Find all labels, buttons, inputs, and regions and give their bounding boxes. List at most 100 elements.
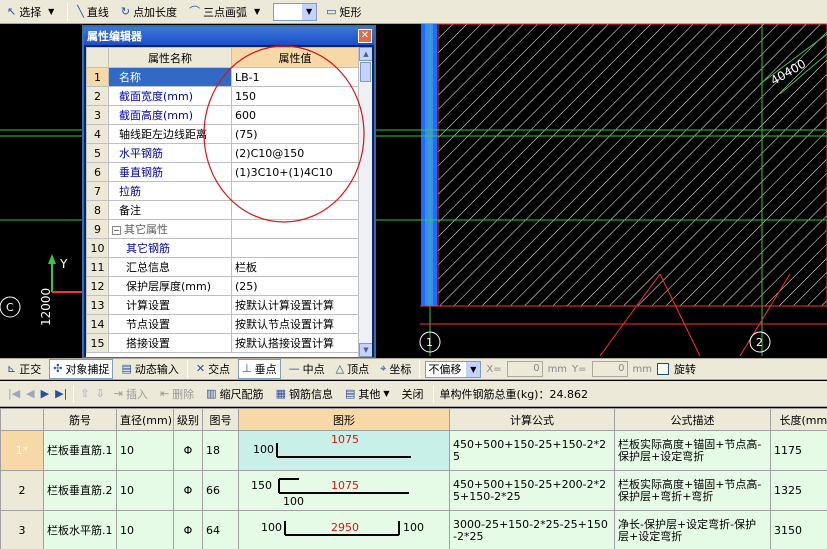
rebar-formula-desc[interactable]: 栏板实际高度+锚固+节点高-保护层+弯折+弯折 xyxy=(614,470,771,511)
scale-rebar-button[interactable]: ▥ 缩尺配筋 xyxy=(203,384,266,404)
object-snap-toggle[interactable]: ✣ 对象捕捉 xyxy=(49,359,114,379)
property-value[interactable]: (75) xyxy=(231,124,359,144)
chevron-down-icon[interactable]: ▼ xyxy=(250,4,264,20)
rebar-shape[interactable]: 100 2950 100 xyxy=(238,510,450,549)
rotate-checkbox[interactable] xyxy=(657,363,670,375)
property-row[interactable]: 4 轴线距左边线距离 (75) xyxy=(86,124,359,144)
chevron-down-icon[interactable]: ▼ xyxy=(302,3,317,20)
rebar-grade[interactable]: Φ xyxy=(173,470,203,511)
first-record-icon[interactable]: |◀ xyxy=(8,387,20,400)
rebar-name[interactable]: 栏板水平筋.1 xyxy=(43,510,117,549)
property-row[interactable]: 9− 其它属性 xyxy=(86,219,359,239)
property-row[interactable]: 6 垂直钢筋 (1)3C10+(1)4C10 xyxy=(86,162,359,182)
property-value[interactable]: 按默认搭接设置计算 xyxy=(231,333,359,353)
rebar-shape[interactable]: 100 1075 xyxy=(238,430,450,471)
rebar-formula[interactable]: 3000-25+150-2*25-25+150-2*25 xyxy=(449,510,615,549)
property-row[interactable]: 5 水平钢筋 (2)C10@150 xyxy=(86,143,359,163)
prev-record-icon[interactable]: ◀ xyxy=(26,387,34,400)
property-value[interactable] xyxy=(231,181,359,201)
property-row[interactable]: 1 名称 LB-1 xyxy=(86,67,359,87)
property-value[interactable]: 按默认节点设置计算 xyxy=(231,314,359,334)
close-icon[interactable]: ✕ xyxy=(358,29,372,43)
next-record-icon[interactable]: ▶ xyxy=(41,387,49,400)
move-up-icon[interactable]: ⇧ xyxy=(80,387,89,400)
chevron-down-icon[interactable]: ▼ xyxy=(466,361,481,377)
rebar-formula[interactable]: 450+500+150-25+150-2*25 xyxy=(449,430,615,471)
ortho-toggle[interactable]: ⊾ 正交 xyxy=(4,359,44,379)
vertex-snap[interactable]: △ 顶点 xyxy=(333,359,372,379)
property-row[interactable]: 3 截面高度(mm) 600 xyxy=(86,105,359,125)
scroll-down-icon[interactable]: ▼ xyxy=(359,343,372,357)
row-number[interactable]: 1* xyxy=(0,430,44,471)
property-row[interactable]: 7 拉筋 xyxy=(86,181,359,201)
rebar-diameter[interactable]: 10 xyxy=(116,470,174,511)
rebar-diameter[interactable]: 10 xyxy=(116,510,174,549)
rebar-formula-desc[interactable]: 栏板实际高度+锚固+节点高-保护层+设定弯折 xyxy=(614,430,771,471)
scroll-thumb[interactable] xyxy=(360,62,371,82)
rebar-grade[interactable]: Φ xyxy=(173,510,203,549)
rebar-name[interactable]: 栏板垂直筋.2 xyxy=(43,470,117,511)
other-menu-button[interactable]: ▤ 其他 ▼ xyxy=(342,384,393,404)
rebar-figure-no[interactable]: 64 xyxy=(202,510,239,549)
y-offset-input[interactable]: 0 xyxy=(591,361,628,377)
rebar-row[interactable]: 1* 栏板垂直筋.1 10 Φ 18 100 1075 450+500+150-25+1… xyxy=(0,430,827,471)
property-row[interactable]: 14 节点设置 按默认节点设置计算 xyxy=(86,314,359,334)
property-value[interactable] xyxy=(231,219,359,239)
intersection-snap[interactable]: ✕ 交点 xyxy=(193,359,233,379)
select-tool-button[interactable]: ↖ 选择 ▼ xyxy=(4,2,61,22)
scroll-up-icon[interactable]: ▲ xyxy=(359,47,372,61)
chevron-down-icon[interactable]: ▼ xyxy=(44,4,58,20)
property-value[interactable]: 按默认计算设置计算 xyxy=(231,295,359,315)
property-value[interactable] xyxy=(231,200,359,220)
rebar-name[interactable]: 栏板垂直筋.1 xyxy=(43,430,117,471)
property-row[interactable]: 2 截面宽度(mm) 150 xyxy=(86,86,359,106)
collapse-icon[interactable]: − xyxy=(112,226,121,235)
x-offset-input[interactable]: 0 xyxy=(506,361,543,377)
rebar-info-button[interactable]: ▦ 钢筋信息 xyxy=(273,384,336,404)
rebar-length[interactable]: 1325 xyxy=(770,470,827,511)
insert-button[interactable]: ⇥ 插入 xyxy=(111,384,151,404)
rect-tool-button[interactable]: ▭ 矩形 xyxy=(323,2,364,22)
perpendicular-snap[interactable]: ⊥ 垂点 xyxy=(238,359,281,379)
rebar-row[interactable]: 2 栏板垂直筋.2 10 Φ 66 150 1075 100 450+500+150-2… xyxy=(0,470,827,511)
property-row[interactable]: 13 计算设置 按默认计算设置计算 xyxy=(86,295,359,315)
rebar-formula-desc[interactable]: 净长-保护层+设定弯折-保护层+设定弯折 xyxy=(614,510,771,549)
rebar-diameter[interactable]: 10 xyxy=(116,430,174,471)
property-editor-titlebar[interactable]: 属性编辑器 ✕ xyxy=(84,27,374,45)
close-button[interactable]: 关闭 xyxy=(399,384,427,404)
dynamic-input-toggle[interactable]: ▤ 动态输入 xyxy=(118,359,181,379)
point-length-tool-button[interactable]: ↻ 点加长度 xyxy=(118,2,180,22)
property-row[interactable]: 15 搭接设置 按默认搭接设置计算 xyxy=(86,333,359,353)
rebar-formula[interactable]: 450+500+150-25+200-2*25+150-2*25 xyxy=(449,470,615,511)
line-tool-button[interactable]: ╲ 直线 xyxy=(74,2,112,22)
property-row[interactable]: 8 备注 xyxy=(86,200,359,220)
property-value[interactable]: (1)3C10+(1)4C10 xyxy=(231,162,359,182)
property-value[interactable]: 150 xyxy=(231,86,359,106)
property-value[interactable]: 600 xyxy=(231,105,359,125)
rebar-figure-no[interactable]: 66 xyxy=(202,470,239,511)
property-value[interactable]: 栏板 xyxy=(231,257,359,277)
rebar-shape[interactable]: 150 1075 100 xyxy=(238,470,450,511)
row-number[interactable]: 2 xyxy=(0,470,44,511)
rebar-row[interactable]: 3 栏板水平筋.1 10 Φ 64 100 2950 100 3000-25+150-2… xyxy=(0,510,827,549)
property-row[interactable]: 11 汇总信息 栏板 xyxy=(86,257,359,277)
last-record-icon[interactable]: ▶| xyxy=(55,387,67,400)
move-down-icon[interactable]: ⇩ xyxy=(96,387,105,400)
offset-select[interactable]: 不偏移 ▼ xyxy=(425,360,482,378)
row-number[interactable]: 3 xyxy=(0,510,44,549)
property-value[interactable]: LB-1 xyxy=(231,67,359,87)
midpoint-snap[interactable]: — 中点 xyxy=(286,359,328,379)
property-value[interactable]: (2)C10@150 xyxy=(231,143,359,163)
rebar-grade[interactable]: Φ xyxy=(173,430,203,471)
property-value[interactable]: (25) xyxy=(231,276,359,296)
property-row[interactable]: 10 其它钢筋 xyxy=(86,238,359,258)
shape-combo[interactable]: ▼ xyxy=(273,2,318,21)
property-scrollbar[interactable]: ▲ ▼ xyxy=(358,47,372,357)
coordinate-snap[interactable]: ⌖ 坐标 xyxy=(377,359,414,379)
rebar-figure-no[interactable]: 18 xyxy=(202,430,239,471)
property-value[interactable] xyxy=(231,238,359,258)
arc-tool-button[interactable]: ⌒ 三点画弧 ▼ xyxy=(186,2,267,22)
property-row[interactable]: 12 保护层厚度(mm) (25) xyxy=(86,276,359,296)
rebar-length[interactable]: 1175 xyxy=(770,430,827,471)
rebar-length[interactable]: 3150 xyxy=(770,510,827,549)
